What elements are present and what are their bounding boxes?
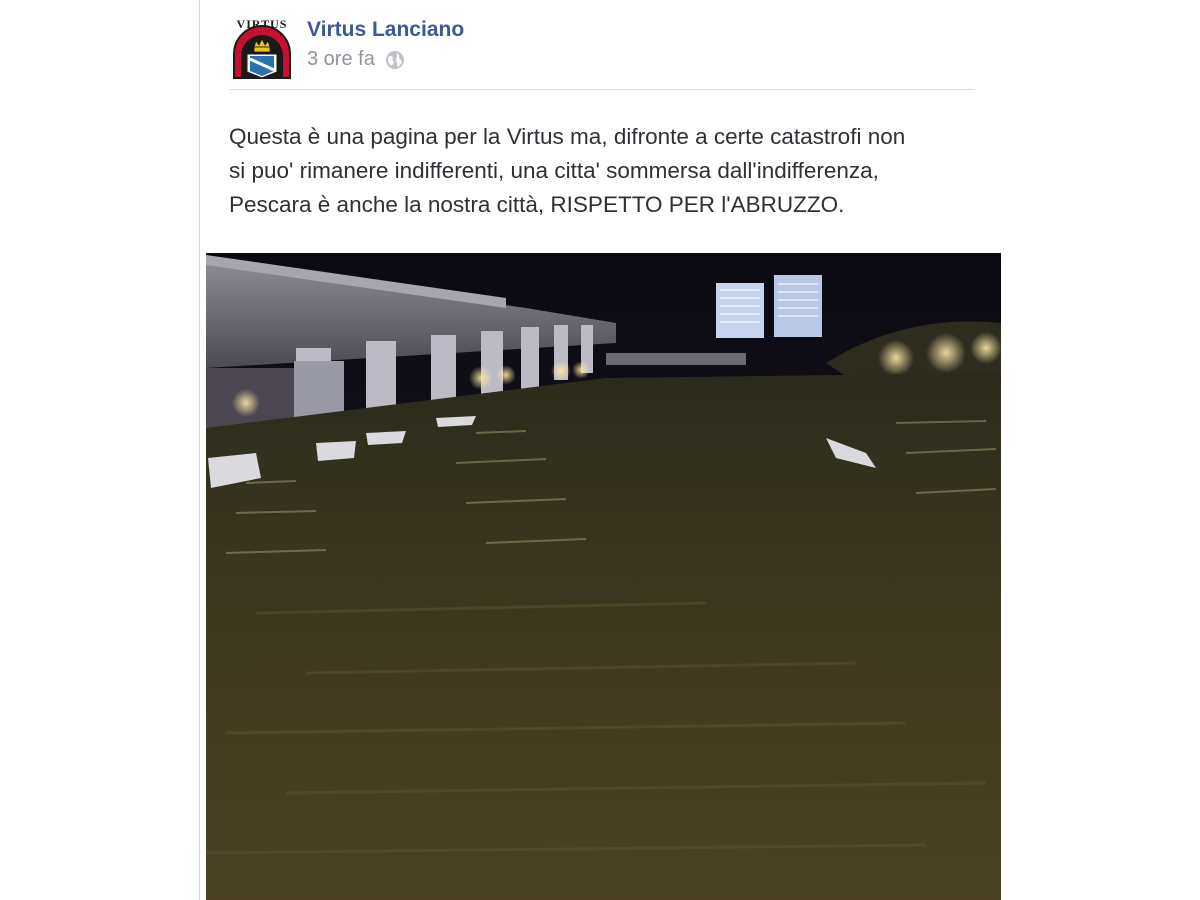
post-message: Questa è una pagina per la Virtus ma, di… (229, 120, 989, 222)
globe-icon[interactable] (385, 50, 405, 70)
post-message-line: Pescara è anche la nostra città, RISPETT… (229, 192, 845, 217)
virtus-crest-icon[interactable]: VIRTUS (229, 14, 295, 80)
header-divider (229, 89, 975, 90)
post-photo[interactable] (206, 253, 1001, 900)
page-name-link[interactable]: Virtus Lanciano (307, 18, 464, 42)
post-meta: 3 ore fa (307, 48, 405, 71)
post-timestamp[interactable]: 3 ore fa (307, 48, 375, 71)
post-message-line: Questa è una pagina per la Virtus ma, di… (229, 124, 906, 149)
flooded-river-photo (206, 253, 1001, 900)
post-header: VIRTUS Virtus Lanciano 3 ore fa (229, 14, 979, 80)
post-message-line: si puo' rimanere indifferenti, una citta… (229, 158, 879, 183)
post-card: VIRTUS Virtus Lanciano 3 ore fa Questa è… (199, 0, 1001, 900)
